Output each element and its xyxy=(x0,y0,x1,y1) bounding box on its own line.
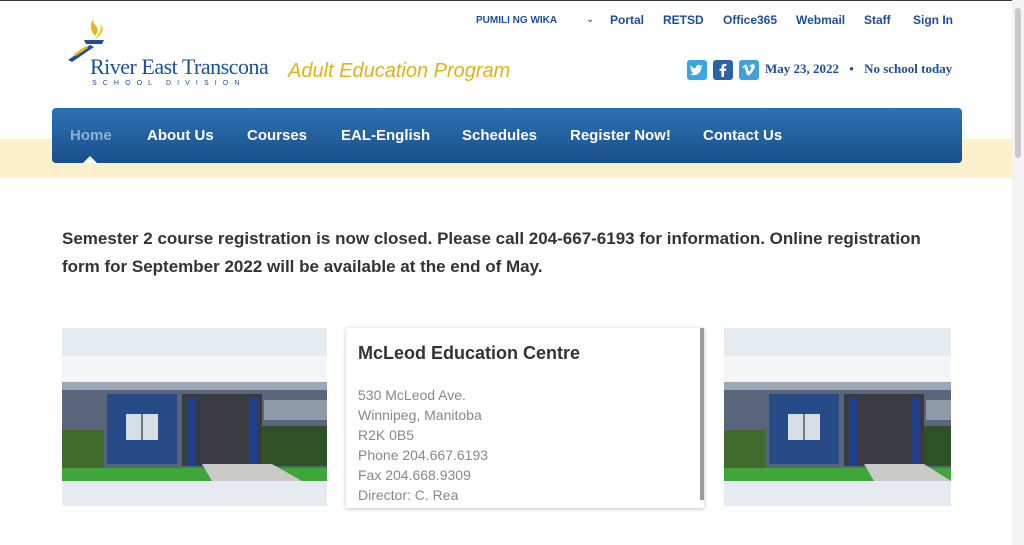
postal-code: R2K 0B5 xyxy=(358,427,415,443)
link-sign-in[interactable]: Sign In xyxy=(913,13,953,27)
nav-courses[interactable]: Courses xyxy=(247,127,307,144)
facebook-icon[interactable] xyxy=(713,60,733,80)
link-portal[interactable]: Portal xyxy=(610,13,644,27)
fax-number: Fax 204.668.9309 xyxy=(358,467,471,483)
vimeo-icon[interactable] xyxy=(739,60,759,80)
window-top-edge xyxy=(0,0,1024,1)
building-photo-left xyxy=(62,328,327,506)
address-line-2: Winnipeg, Manitoba xyxy=(358,407,482,423)
logo-wordmark: River East Transcona xyxy=(90,54,269,79)
location-card: McLeod Education Centre 530 McLeod Ave. … xyxy=(346,328,704,508)
link-webmail[interactable]: Webmail xyxy=(796,13,845,27)
address-line-1: 530 McLeod Ave. xyxy=(358,387,466,403)
twitter-icon[interactable] xyxy=(687,60,707,80)
school-status: No school today xyxy=(864,61,953,76)
nav-schedules[interactable]: Schedules xyxy=(462,127,537,144)
district-logo[interactable]: River East Transcona SCHOOL DIVISION xyxy=(64,14,274,88)
date-status: May 23, 2022 • No school today xyxy=(765,61,952,77)
link-retsd[interactable]: RETSD xyxy=(663,13,704,27)
chevron-down-icon[interactable]: ⌄ xyxy=(586,14,594,25)
phone-number[interactable]: Phone 204.667.6193 xyxy=(358,445,488,465)
building-photo-right xyxy=(724,328,951,506)
program-title: Adult Education Program xyxy=(288,60,511,82)
building-image xyxy=(62,356,327,481)
active-nav-caret xyxy=(83,156,97,163)
current-date: May 23, 2022 xyxy=(765,61,840,76)
location-details: 530 McLeod Ave. Winnipeg, Manitoba R2K 0… xyxy=(358,385,488,505)
nav-about-us[interactable]: About Us xyxy=(147,127,214,144)
location-title: McLeod Education Centre xyxy=(358,343,581,363)
nav-register-now[interactable]: Register Now! xyxy=(570,127,671,144)
main-nav: Home About Us Courses EAL-English Schedu… xyxy=(52,108,962,163)
language-select[interactable]: PUMILI NG WIKA xyxy=(476,15,557,26)
building-image xyxy=(724,356,951,481)
logo-subtitle: SCHOOL DIVISION xyxy=(92,80,246,87)
nav-home[interactable]: Home xyxy=(70,127,112,144)
page-scrollbar[interactable] xyxy=(1012,0,1024,545)
director-name: Director: C. Rea xyxy=(358,487,459,503)
registration-notice: Semester 2 course registration is now cl… xyxy=(62,229,921,276)
link-office365[interactable]: Office365 xyxy=(723,13,777,27)
link-staff[interactable]: Staff xyxy=(864,13,891,27)
nav-eal-english[interactable]: EAL-English xyxy=(341,127,430,144)
card-scrollbar[interactable] xyxy=(700,328,704,500)
date-separator: • xyxy=(849,61,854,76)
nav-contact-us[interactable]: Contact Us xyxy=(703,127,782,144)
scrollbar-thumb[interactable] xyxy=(1015,8,1021,158)
